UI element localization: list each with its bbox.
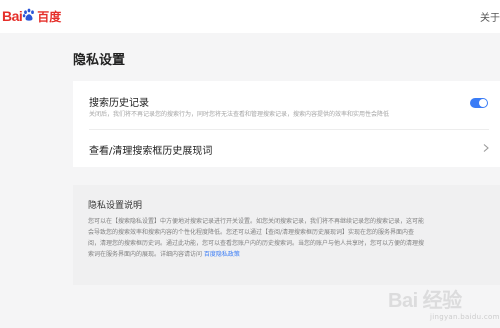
about-link[interactable]: 关于百度: [480, 9, 500, 24]
info-title: 隐私设置说明: [88, 201, 143, 211]
info-line: 阅，清理您的搜索框历史词。通过此功能，您可以查看您账户内的历史搜索词。当您的账户…: [88, 240, 425, 247]
info-line: 会导致您的搜索效率和搜索内容的个性化程度降低。您还可以通过【查阅/清理搜索框历史…: [88, 229, 415, 236]
info-body: 您可以在【搜索隐私设置】中方便地对搜索记录进行开关设置。如您关闭搜索记录，我们将…: [88, 216, 491, 260]
history-terms-link[interactable]: 查看/清理搜索框历史展现词: [89, 142, 212, 157]
search-history-toggle[interactable]: [470, 98, 488, 108]
info-line: 索词在服务界面内的展现。详细内容请访问 百度隐私政策: [88, 249, 491, 260]
privacy-info-box: 隐私设置说明 您可以在【搜索隐私设置】中方便地对搜索记录进行开关设置。如您关闭搜…: [73, 185, 500, 285]
search-history-title: 搜索历史记录: [89, 98, 149, 109]
toggle-knob: [479, 99, 487, 107]
page-title: 隐私设置: [73, 53, 126, 68]
logo-text-bai: Bai: [2, 8, 23, 24]
settings-card: 搜索历史记录 关闭后，我们将不再记录您的搜索行为，同时您将无法查看和管理搜索记录…: [73, 81, 500, 167]
baidu-logo[interactable]: Bai 百度: [2, 6, 61, 26]
top-bar: Bai 百度 关于百度: [0, 0, 500, 33]
paw-icon: [23, 8, 35, 21]
chevron-right-icon[interactable]: [481, 143, 491, 153]
logo-text-cn: 百度: [37, 9, 62, 24]
divider: [89, 129, 489, 130]
watermark: Bai 经验: [388, 283, 500, 313]
watermark-url: jingyan.baidu.com: [430, 313, 500, 321]
search-history-description: 关闭后，我们将不再记录您的搜索行为，同时您将无法查看和管理搜索记录，搜索内容提供…: [89, 111, 390, 118]
info-line-text: 索词在服务界面内的展现。详细内容请访问: [88, 251, 204, 258]
privacy-policy-link[interactable]: 百度隐私政策: [204, 251, 240, 258]
watermark-text: Bai 经验: [388, 289, 462, 312]
info-line: 您可以在【搜索隐私设置】中方便地对搜索记录进行开关设置。如您关闭搜索记录，我们将…: [88, 218, 425, 225]
